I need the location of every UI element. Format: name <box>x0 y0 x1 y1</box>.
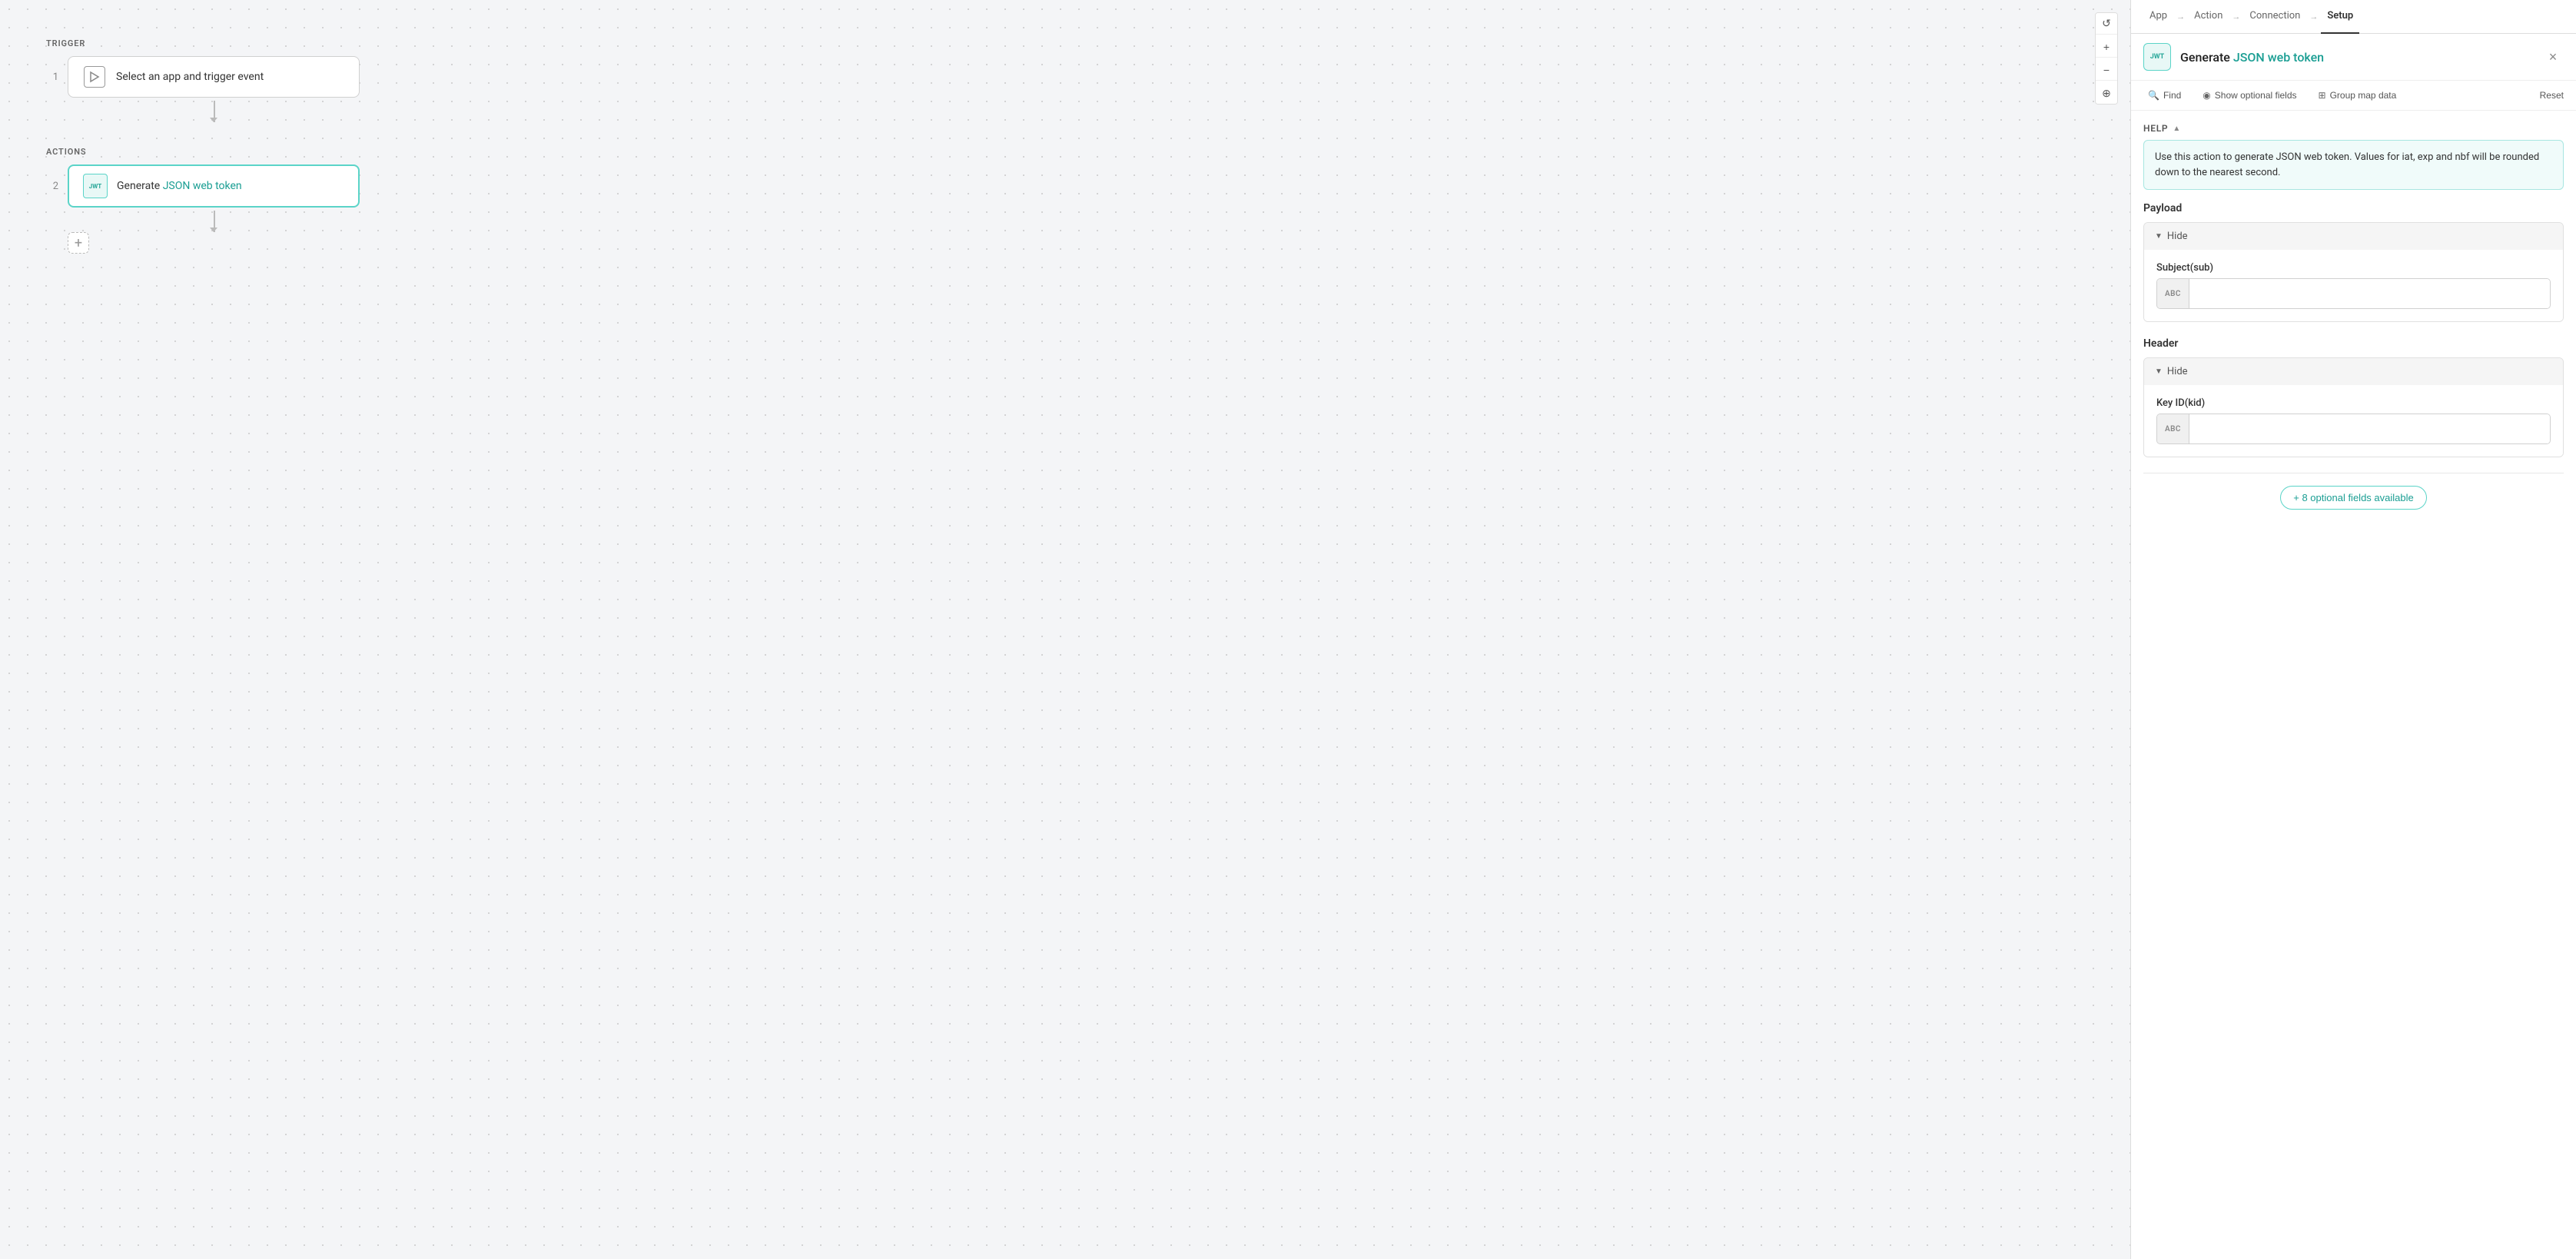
payload-body: Subject(sub) ABC <box>2144 250 2563 321</box>
step1-icon <box>82 65 107 89</box>
panel-content: HELP ▲ Use this action to generate JSON … <box>2131 111 2576 1259</box>
payload-section: Payload ▼ Hide Subject(sub) ABC <box>2143 202 2564 322</box>
optional-fields-bar: + 8 optional fields available <box>2143 473 2564 516</box>
group-icon: ⊞ <box>2319 90 2326 101</box>
reset-zoom-button[interactable]: ↺ <box>2096 13 2117 35</box>
step2-card[interactable]: JWT Generate JSON web token <box>68 164 360 208</box>
tab-app[interactable]: App <box>2143 0 2173 34</box>
keyid-input[interactable] <box>2189 414 2550 443</box>
canvas: ↺ + − ⊕ TRIGGER 1 S <box>0 0 2130 1259</box>
step2-label: Generate JSON web token <box>117 180 242 192</box>
payload-collapse-header[interactable]: ▼ Hide <box>2144 223 2563 250</box>
add-step-button[interactable]: + <box>68 232 89 254</box>
panel-tabs: App → Action → Connection → Setup <box>2131 0 2576 34</box>
help-chevron-icon: ▲ <box>2173 125 2181 133</box>
panel-toolbar: 🔍 Find ◉ Show optional fields ⊞ Group ma… <box>2131 81 2576 111</box>
step2-row: 2 JWT Generate JSON web token <box>46 164 360 208</box>
connector2 <box>68 211 360 232</box>
subject-input[interactable] <box>2189 279 2550 308</box>
find-button[interactable]: 🔍 Find <box>2143 87 2186 104</box>
zoom-out-button[interactable]: − <box>2096 59 2117 81</box>
connector1-arrow <box>210 118 217 122</box>
subject-type-badge: ABC <box>2157 279 2189 308</box>
actions-label: ACTIONS <box>46 147 360 157</box>
show-optional-button[interactable]: ◉ Show optional fields <box>2198 87 2301 104</box>
tab-connection[interactable]: Connection <box>2243 0 2306 34</box>
payload-chevron-icon: ▼ <box>2155 232 2163 241</box>
header-chevron-icon: ▼ <box>2155 367 2163 376</box>
arrow-1: → <box>2176 12 2185 22</box>
panel-jwt-icon: JWT <box>2143 43 2171 71</box>
keyid-type-badge: ABC <box>2157 414 2189 443</box>
step1-card[interactable]: Select an app and trigger event <box>68 56 360 98</box>
step2-icon: JWT <box>83 174 108 198</box>
group-map-button[interactable]: ⊞ Group map data <box>2314 87 2402 104</box>
fit-view-button[interactable]: ⊕ <box>2096 82 2117 104</box>
subject-input-row: ABC <box>2156 278 2551 309</box>
header-body: Key ID(kid) ABC <box>2144 385 2563 457</box>
connector1 <box>68 101 360 122</box>
workflow-area: TRIGGER 1 Select an app and trigger even… <box>46 38 360 254</box>
actions-section: ACTIONS 2 JWT Generate JSON web token <box>46 147 360 254</box>
trigger-label: TRIGGER <box>46 38 360 48</box>
subject-label: Subject(sub) <box>2156 262 2551 274</box>
tab-setup[interactable]: Setup <box>2321 0 2359 34</box>
step2-number: 2 <box>46 181 58 192</box>
header-section: Header ▼ Hide Key ID(kid) ABC <box>2143 337 2564 457</box>
step1-label: Select an app and trigger event <box>116 71 264 83</box>
optional-icon: ◉ <box>2203 90 2210 101</box>
connector2-arrow <box>210 228 217 232</box>
find-icon: 🔍 <box>2148 90 2159 101</box>
right-panel: App → Action → Connection → Setup JWT Ge… <box>2130 0 2576 1259</box>
canvas-controls: ↺ + − ⊕ <box>2095 12 2118 105</box>
jwt-icon: JWT <box>83 174 108 198</box>
zoom-in-button[interactable]: + <box>2096 36 2117 58</box>
step1-row: 1 Select an app and trigger event <box>46 56 360 98</box>
header-title: Header <box>2143 337 2564 350</box>
optional-fields-button[interactable]: + 8 optional fields available <box>2280 486 2426 510</box>
keyid-input-row: ABC <box>2156 414 2551 444</box>
help-header[interactable]: HELP ▲ <box>2143 123 2564 134</box>
panel-title: Generate JSON web token <box>2180 50 2533 65</box>
help-section: HELP ▲ Use this action to generate JSON … <box>2143 123 2564 190</box>
payload-title: Payload <box>2143 202 2564 214</box>
tab-action[interactable]: Action <box>2188 0 2229 34</box>
header-collapse-header[interactable]: ▼ Hide <box>2144 358 2563 385</box>
panel-close-button[interactable]: × <box>2542 46 2564 68</box>
trigger-icon <box>84 66 105 88</box>
help-text: Use this action to generate JSON web tok… <box>2143 140 2564 190</box>
panel-title-row: JWT Generate JSON web token × <box>2131 34 2576 81</box>
keyid-label: Key ID(kid) <box>2156 397 2551 409</box>
payload-collapsible: ▼ Hide Subject(sub) ABC <box>2143 222 2564 322</box>
step1-number: 1 <box>46 71 58 83</box>
arrow-3: → <box>2309 12 2318 22</box>
reset-button[interactable]: Reset <box>2540 90 2564 101</box>
arrow-2: → <box>2232 12 2240 22</box>
header-collapsible: ▼ Hide Key ID(kid) ABC <box>2143 357 2564 457</box>
